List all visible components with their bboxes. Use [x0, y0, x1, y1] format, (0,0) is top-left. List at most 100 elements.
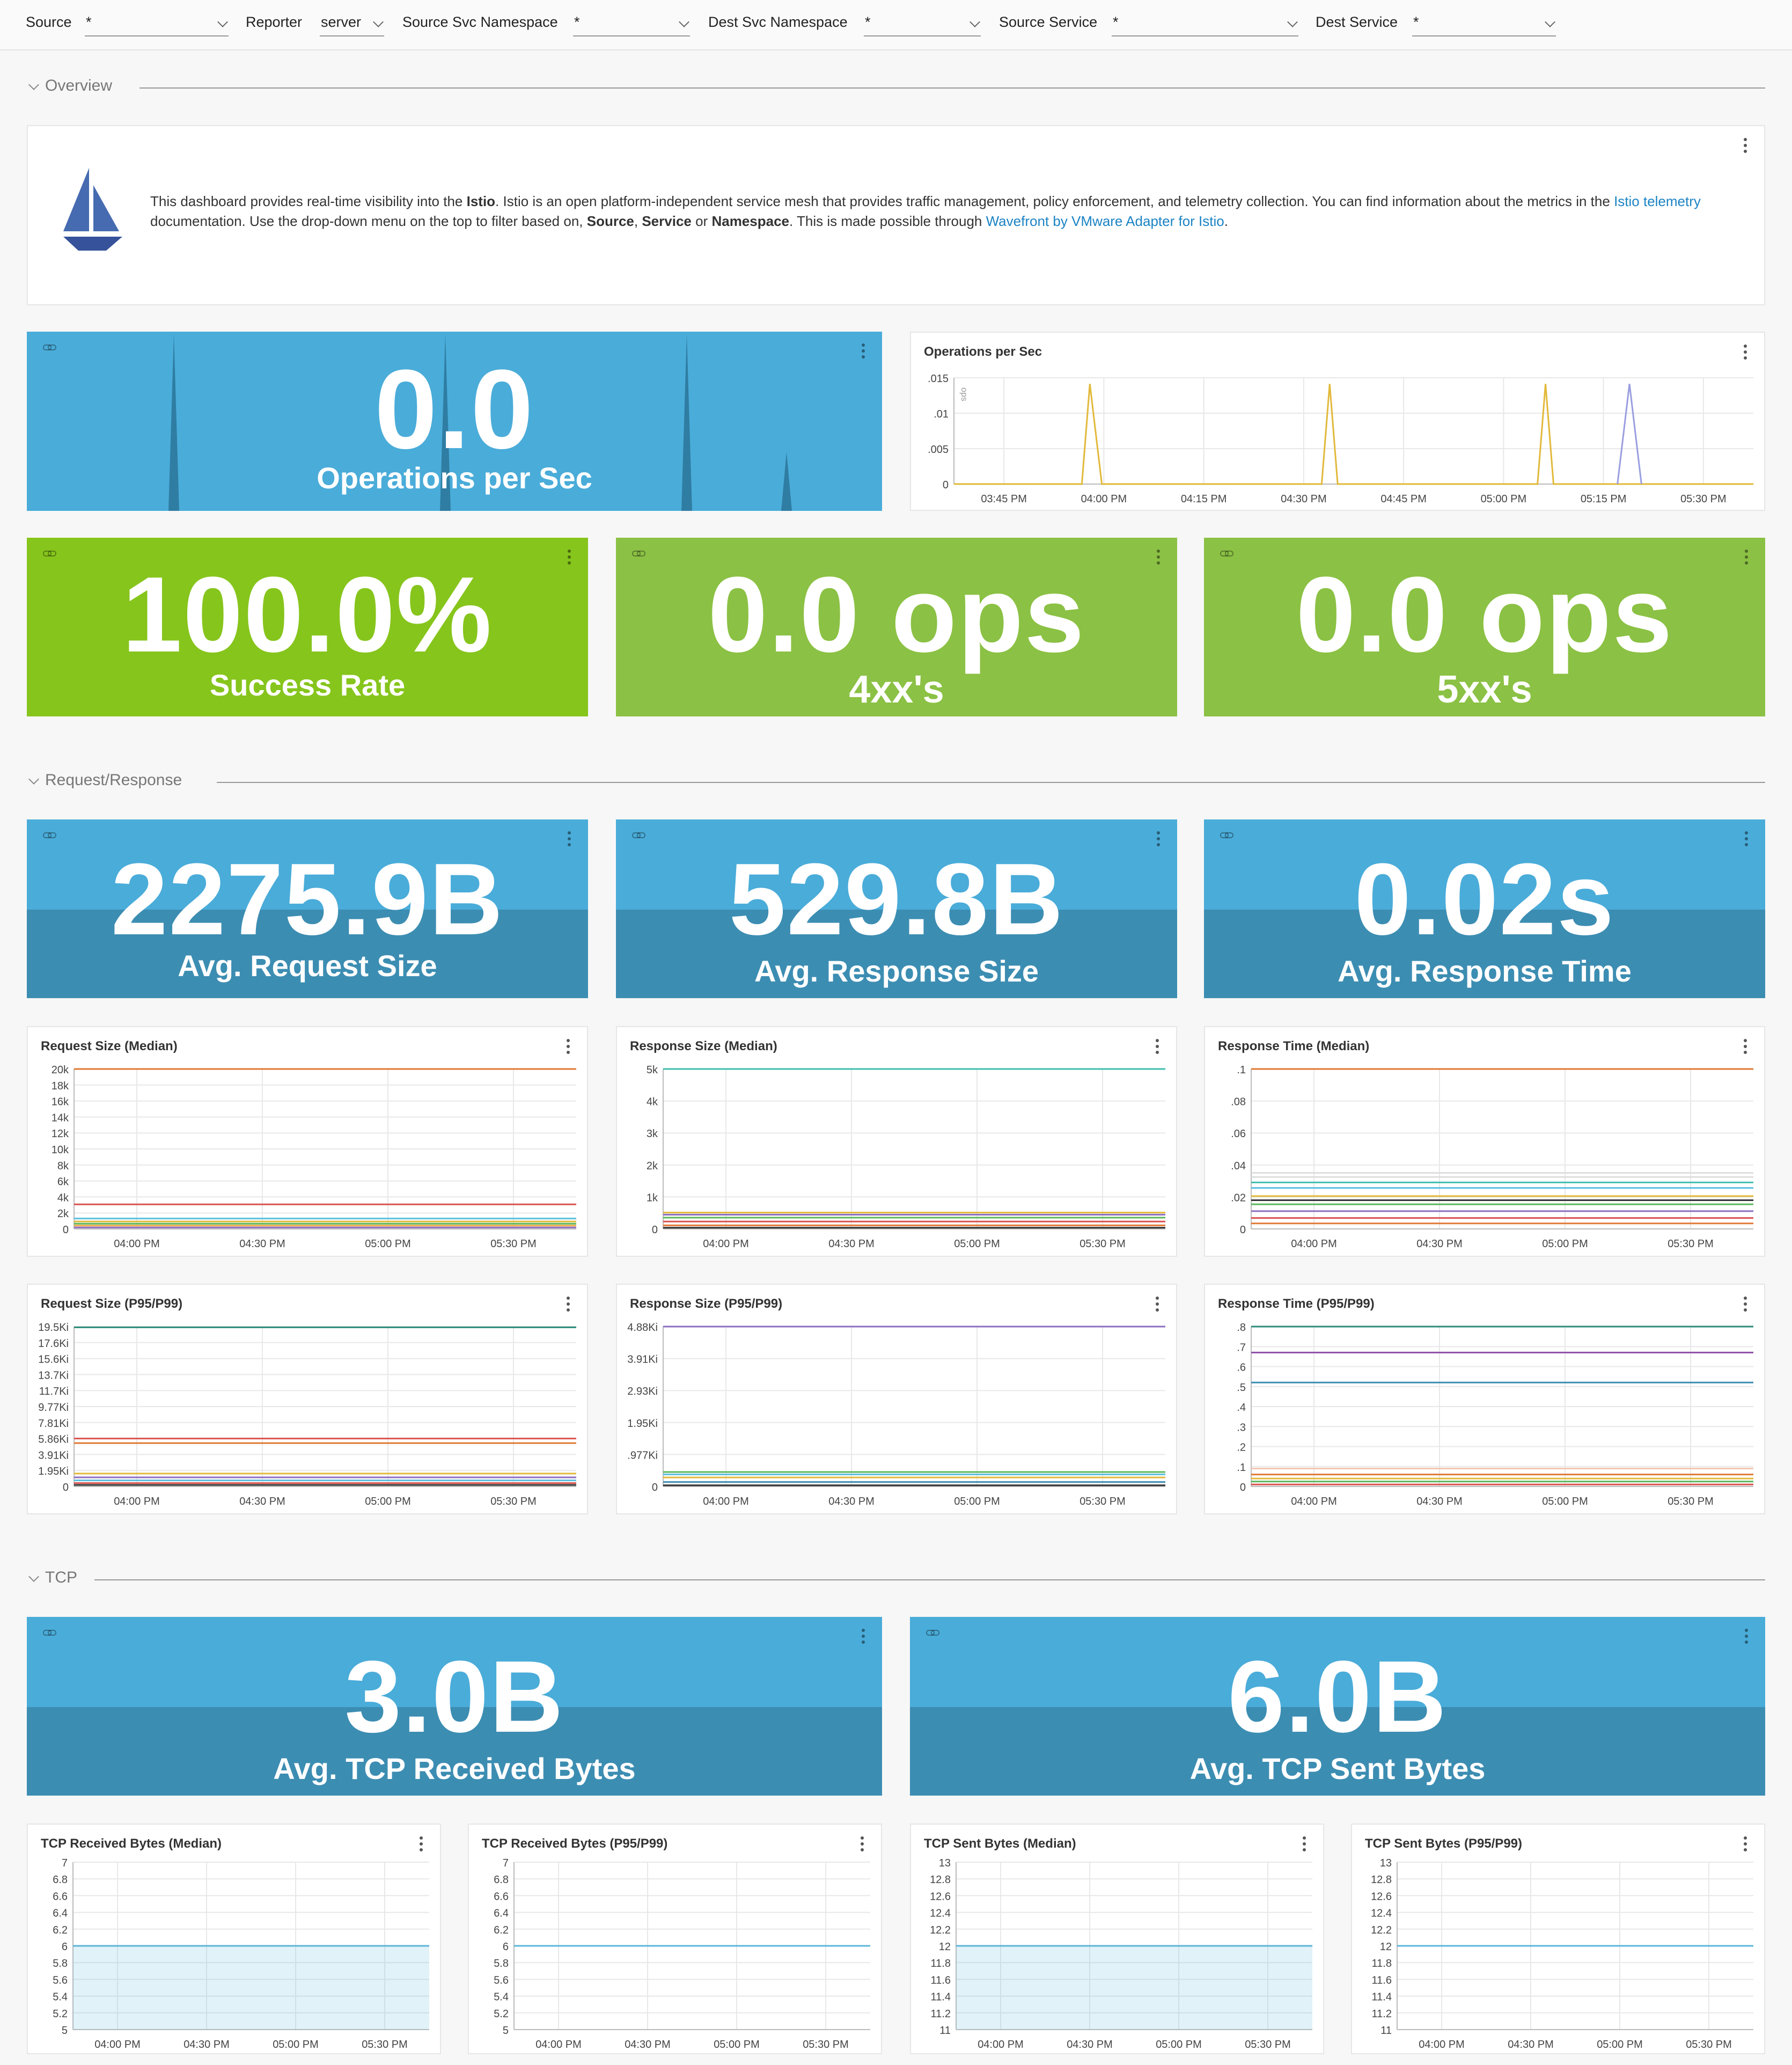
x-tick-label: 05:00 PM [1597, 2039, 1643, 2051]
kebab-menu-icon[interactable] [1743, 138, 1748, 156]
y-tick-label: 0 [652, 1224, 658, 1236]
x-tick-label: 05:30 PM [1668, 1238, 1714, 1250]
chart-card-tcp-sent-median: TCP Sent Bytes (Median) 13 12.8 12.6 12.4 12… [910, 1824, 1324, 2054]
section-header-overview[interactable]: Overview [27, 77, 1765, 98]
link-icon[interactable] [43, 550, 56, 557]
chart-title: Request Size (P95/P99) [41, 1297, 183, 1311]
kebab-menu-icon[interactable] [418, 1836, 424, 1855]
kebab-menu-icon[interactable] [1155, 1039, 1160, 1057]
kebab-menu-icon[interactable] [1302, 1836, 1307, 1855]
x-tick-label: 04:00 PM [535, 2039, 582, 2051]
filter-select-source-service[interactable]: * [1112, 11, 1298, 36]
stat-label: Avg. Response Time [1338, 954, 1632, 988]
kebab-menu-icon[interactable] [1155, 1297, 1160, 1315]
chart-card-request-size-median: Request Size (Median) 20k 18k 16k 14k 12k 10k… [27, 1026, 588, 1257]
chart-response-size-p95: 4.88Ki 3.91Ki 2.93Ki 1.95Ki .977Ki 0 04:00 PM 0… [627, 1322, 1165, 1507]
x-tick-label: 05:00 PM [1156, 2039, 1202, 2051]
kebab-menu-icon[interactable] [1744, 831, 1749, 850]
chart-request-size-median: 20k 18k 16k 14k 12k 10k 8k 6k 4k 2k 0 04:00 PM 04:30… [52, 1064, 576, 1250]
x-tick-label: 04:00 PM [703, 1238, 749, 1250]
y-tick-label: 12 [1380, 1941, 1392, 1953]
wavefront-adapter-link[interactable]: Wavefront by VMware Adapter for Istio [986, 213, 1224, 229]
kebab-menu-icon[interactable] [1744, 1629, 1749, 1647]
y-tick-label: 11.8 [1372, 1958, 1392, 1969]
y-tick-label: 5.6 [53, 1974, 68, 1986]
y-tick-label: 8k [57, 1160, 69, 1172]
chart-title: TCP Sent Bytes (P95/P99) [1365, 1836, 1523, 1851]
chart-title: TCP Received Bytes (P95/P99) [482, 1836, 668, 1851]
chart-tcp-received-median: 7 6.8 6.6 6.4 6.2 6 5.8 5.6 5.4 5.2 5 04:00 PM 04:30… [53, 1857, 429, 2051]
intro-text-part: . Istio is an open platform-independent … [495, 193, 1614, 209]
y-tick-label: 6.4 [53, 1908, 68, 1920]
kebab-menu-icon[interactable] [1156, 831, 1161, 850]
stat-label: 4xx's [849, 668, 944, 711]
x-tick-label: 05:00 PM [714, 2039, 760, 2051]
chevron-down-icon [28, 1571, 39, 1582]
y-tick-label: 18k [52, 1080, 69, 1092]
kebab-menu-icon[interactable] [861, 1629, 866, 1647]
chevron-down-icon [1545, 17, 1555, 27]
x-tick-label: 04:00 PM [94, 2039, 141, 2051]
section-title: Overview [45, 77, 113, 94]
kebab-menu-icon[interactable] [1743, 1836, 1748, 1855]
y-tick-label: 0 [652, 1482, 658, 1493]
y-tick-label: 12.6 [930, 1891, 951, 1902]
x-tick-label: 04:15 PM [1181, 493, 1227, 505]
link-icon[interactable] [632, 831, 645, 839]
kebab-menu-icon[interactable] [860, 1836, 865, 1855]
link-icon[interactable] [43, 1629, 56, 1636]
stat-value: 0.0 ops [1296, 555, 1673, 675]
y-tick-label: 1.95Ki [627, 1418, 658, 1430]
intro-text-part: documentation. Use the drop-down menu on… [150, 213, 587, 229]
y-tick-label: 0 [1240, 1224, 1246, 1236]
filter-select-reporter[interactable]: server [320, 11, 384, 36]
y-tick-label: 5 [503, 2025, 509, 2037]
kebab-menu-icon[interactable] [1743, 345, 1748, 363]
filter-select-dest-svc-namespace[interactable]: * [864, 11, 981, 36]
chart-card-tcp-received-median: TCP Received Bytes (Median) 7 6.8 6.6 6.4 6.… [27, 1824, 441, 2054]
filter-select-source-svc-namespace[interactable]: * [573, 11, 690, 36]
kebab-menu-icon[interactable] [1743, 1297, 1748, 1315]
y-tick-label: .7 [1237, 1342, 1246, 1353]
y-tick-label: 5k [647, 1064, 658, 1076]
chevron-down-icon [679, 17, 689, 27]
link-icon[interactable] [43, 831, 56, 839]
kebab-menu-icon[interactable] [565, 1297, 571, 1315]
link-icon[interactable] [926, 1629, 939, 1636]
link-icon[interactable] [1220, 831, 1233, 839]
link-icon[interactable] [1220, 550, 1233, 557]
y-tick-label: 5.4 [53, 1991, 68, 2003]
stat-label: Operations per Sec [317, 461, 592, 495]
y-tick-label: 12.6 [1371, 1891, 1392, 1902]
stat-tile-avg-tcp-received-bytes: 3.0B Avg. TCP Received Bytes [27, 1617, 882, 1796]
stat-tile-success-rate: 100.0% Success Rate [27, 538, 588, 716]
link-icon[interactable] [43, 343, 56, 351]
y-tick-label: .5 [1237, 1382, 1246, 1394]
stat-tile-avg-response-size: 529.8B Avg. Response Size [616, 819, 1177, 998]
intro-card: This dashboard provides real-time visibi… [27, 125, 1765, 305]
chart-title: Response Size (P95/P99) [630, 1297, 783, 1311]
section-header-request-response[interactable]: Request/Response [27, 771, 1765, 793]
chart-tcp-received-p95: 7 6.8 6.6 6.4 6.2 6 5.8 5.6 5.4 5.2 5 04:00 PM 04:30… [494, 1857, 870, 2051]
y-tick-label: 9.77Ki [38, 1402, 69, 1414]
section-divider [94, 1579, 1765, 1580]
y-tick-label: 3.91Ki [38, 1449, 69, 1461]
x-tick-label: 05:00 PM [1542, 1238, 1588, 1250]
kebab-menu-icon[interactable] [1743, 1039, 1748, 1057]
y-tick-label: 3.91Ki [627, 1354, 658, 1366]
y-tick-label: 11.2 [1372, 2008, 1392, 2020]
x-tick-label: 05:30 PM [1668, 1496, 1714, 1507]
link-icon[interactable] [632, 550, 645, 557]
filter-select-dest-service[interactable]: * [1412, 11, 1556, 36]
kebab-menu-icon[interactable] [565, 1039, 571, 1057]
section-header-tcp[interactable]: TCP [27, 1569, 1765, 1590]
stat-tile-avg-response-time: 0.02s Avg. Response Time [1204, 819, 1765, 998]
chevron-down-icon [28, 79, 39, 90]
chart-card-response-size-p95: Response Size (P95/P99) 4.88Ki 3.91Ki 2.93… [616, 1284, 1177, 1514]
kebab-menu-icon[interactable] [567, 831, 572, 850]
filter-select-source[interactable]: * [85, 11, 229, 36]
chart-card-response-time-p95: Response Time (P95/P99) .8 .7 .6 .5 .4 .3 .2 .1… [1204, 1284, 1765, 1514]
istio-telemetry-link[interactable]: Istio telemetry [1614, 193, 1701, 209]
y-tick-label: 2k [57, 1208, 69, 1220]
y-tick-label: 6.8 [494, 1874, 509, 1886]
